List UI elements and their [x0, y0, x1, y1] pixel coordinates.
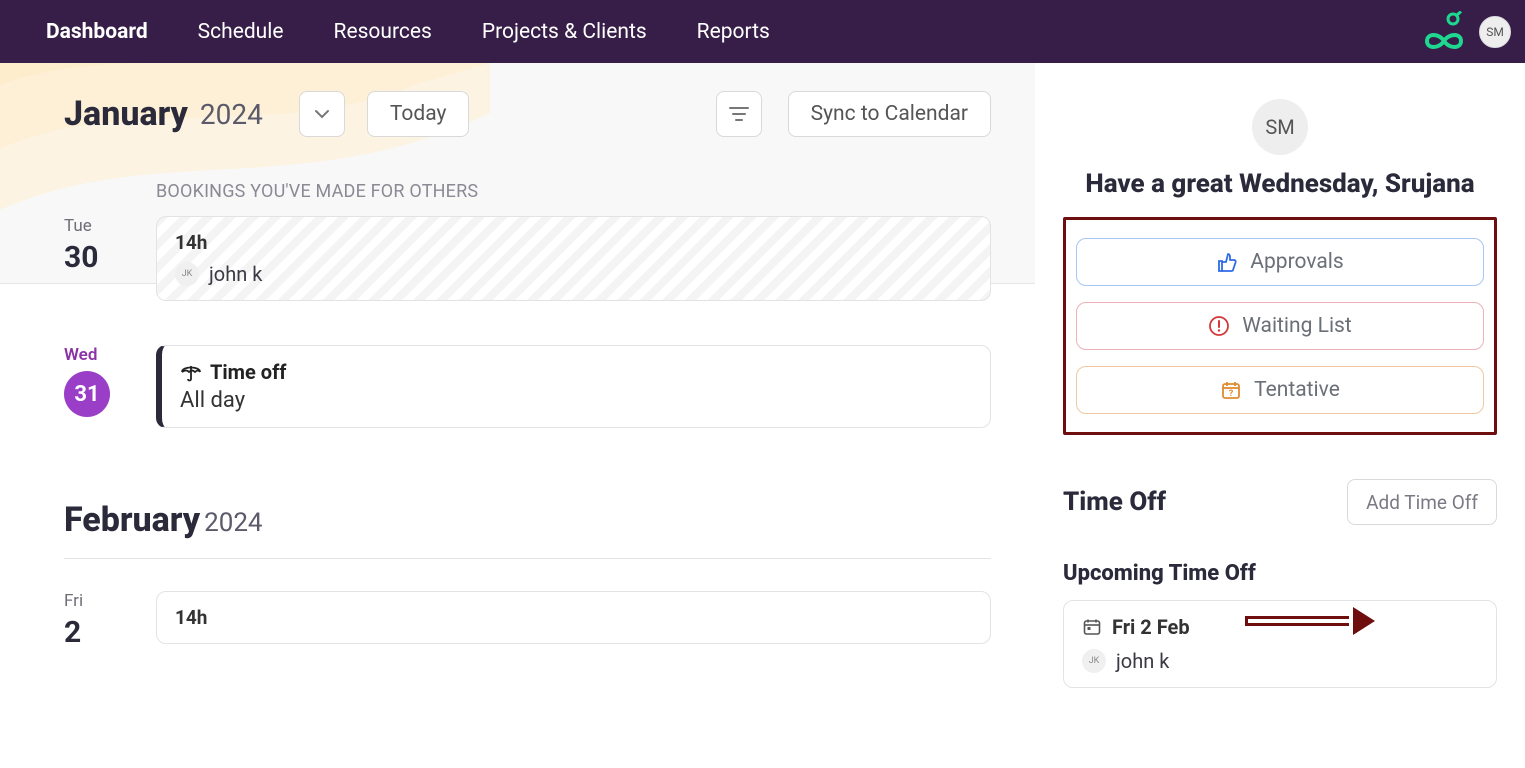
- nav-items: Dashboard Schedule Resources Projects & …: [46, 20, 770, 44]
- filter-button[interactable]: [716, 91, 762, 137]
- person-avatar: JK: [1082, 649, 1106, 673]
- top-nav: Dashboard Schedule Resources Projects & …: [0, 0, 1525, 63]
- thumbs-up-icon: [1216, 251, 1238, 273]
- person-name: john k: [1116, 649, 1169, 673]
- day-of-week-current: Wed: [64, 345, 97, 365]
- day-of-week: Tue: [64, 216, 92, 236]
- nav-resources[interactable]: Resources: [334, 20, 432, 44]
- booking-person: JK john k: [175, 262, 262, 286]
- month-name: January: [64, 94, 188, 134]
- month-header: January 2024 Today Sync to Calendar: [0, 63, 1035, 137]
- main-panel: January 2024 Today Sync to Calendar BOOK…: [0, 63, 1035, 768]
- day-of-week: Fri: [64, 591, 83, 611]
- tentative-button[interactable]: ? Tentative: [1076, 366, 1484, 414]
- app-logo-icon: [1423, 11, 1465, 53]
- day-number: 30: [64, 240, 98, 275]
- upcoming-timeoff-card[interactable]: Fri 2 Feb JK john k: [1063, 600, 1497, 688]
- filter-icon: [728, 105, 750, 123]
- user-avatar[interactable]: SM: [1479, 16, 1511, 48]
- booking-card[interactable]: 14h: [156, 591, 991, 644]
- today-button[interactable]: Today: [367, 91, 470, 137]
- timeoff-title: Time off: [180, 360, 972, 384]
- chevron-down-icon: [313, 105, 331, 123]
- month-header-feb: February 2024: [0, 428, 1035, 540]
- timeoff-title-text: Time off: [210, 360, 286, 384]
- booking-hours: 14h: [175, 606, 972, 629]
- approvals-button[interactable]: Approvals: [1076, 238, 1484, 286]
- current-day-badge: 31: [64, 371, 110, 417]
- tentative-label: Tentative: [1254, 378, 1340, 402]
- sidebar: SM Have a great Wednesday, Srujana Appro…: [1035, 63, 1525, 768]
- person-avatar: JK: [175, 262, 199, 286]
- person-name: john k: [209, 262, 262, 286]
- upcoming-date-row: Fri 2 Feb: [1082, 615, 1478, 639]
- day-row-wed-31: Wed 31 Time off All day: [0, 331, 1035, 428]
- day-col: Wed 31: [64, 345, 156, 428]
- month-name-2: February: [64, 500, 200, 540]
- booking-card[interactable]: 14h JK john k: [156, 216, 991, 301]
- greeting-text: Have a great Wednesday, Srujana: [1063, 169, 1497, 199]
- day-number: 2: [64, 615, 81, 650]
- annotation-highlight-box: Approvals Waiting List ? Tentative: [1063, 217, 1497, 435]
- nav-right: SM: [1423, 11, 1511, 53]
- nav-schedule[interactable]: Schedule: [198, 20, 284, 44]
- month-year-2: 2024: [204, 508, 262, 538]
- timeoff-header: Time Off: [1063, 487, 1166, 517]
- timeoff-card[interactable]: Time off All day: [156, 345, 991, 428]
- waiting-list-label: Waiting List: [1242, 314, 1352, 338]
- upcoming-date: Fri 2 Feb: [1112, 615, 1190, 639]
- booking-hours: 14h: [175, 231, 972, 254]
- day-col: Tue 30: [64, 216, 156, 301]
- day-row-tue-30: Tue 30 14h JK john k: [0, 202, 1035, 301]
- alert-circle-icon: [1208, 315, 1230, 337]
- upcoming-person-row: JK john k: [1082, 649, 1478, 673]
- waiting-list-button[interactable]: Waiting List: [1076, 302, 1484, 350]
- approvals-label: Approvals: [1250, 250, 1343, 274]
- nav-dashboard[interactable]: Dashboard: [46, 20, 148, 44]
- timeoff-subtitle: All day: [180, 388, 972, 413]
- sidebar-avatar[interactable]: SM: [1252, 99, 1308, 155]
- day-row-fri-2: Fri 2 14h: [0, 577, 1035, 650]
- add-timeoff-button[interactable]: Add Time Off: [1347, 479, 1497, 525]
- day-col: Fri 2: [64, 591, 156, 650]
- divider: [64, 558, 991, 559]
- month-picker-button[interactable]: [299, 91, 345, 137]
- sync-calendar-button[interactable]: Sync to Calendar: [788, 91, 991, 137]
- month-year: 2024: [200, 98, 263, 131]
- nav-reports[interactable]: Reports: [697, 20, 770, 44]
- upcoming-timeoff-header: Upcoming Time Off: [1063, 561, 1497, 586]
- nav-projects-clients[interactable]: Projects & Clients: [482, 20, 647, 44]
- timeoff-header-row: Time Off Add Time Off: [1063, 479, 1497, 525]
- umbrella-icon: [180, 362, 202, 382]
- calendar-icon: [1082, 617, 1102, 637]
- calendar-question-icon: ?: [1220, 379, 1242, 401]
- bookings-section-header: BOOKINGS YOU'VE MADE FOR OTHERS: [0, 137, 1035, 202]
- svg-text:?: ?: [1229, 389, 1234, 399]
